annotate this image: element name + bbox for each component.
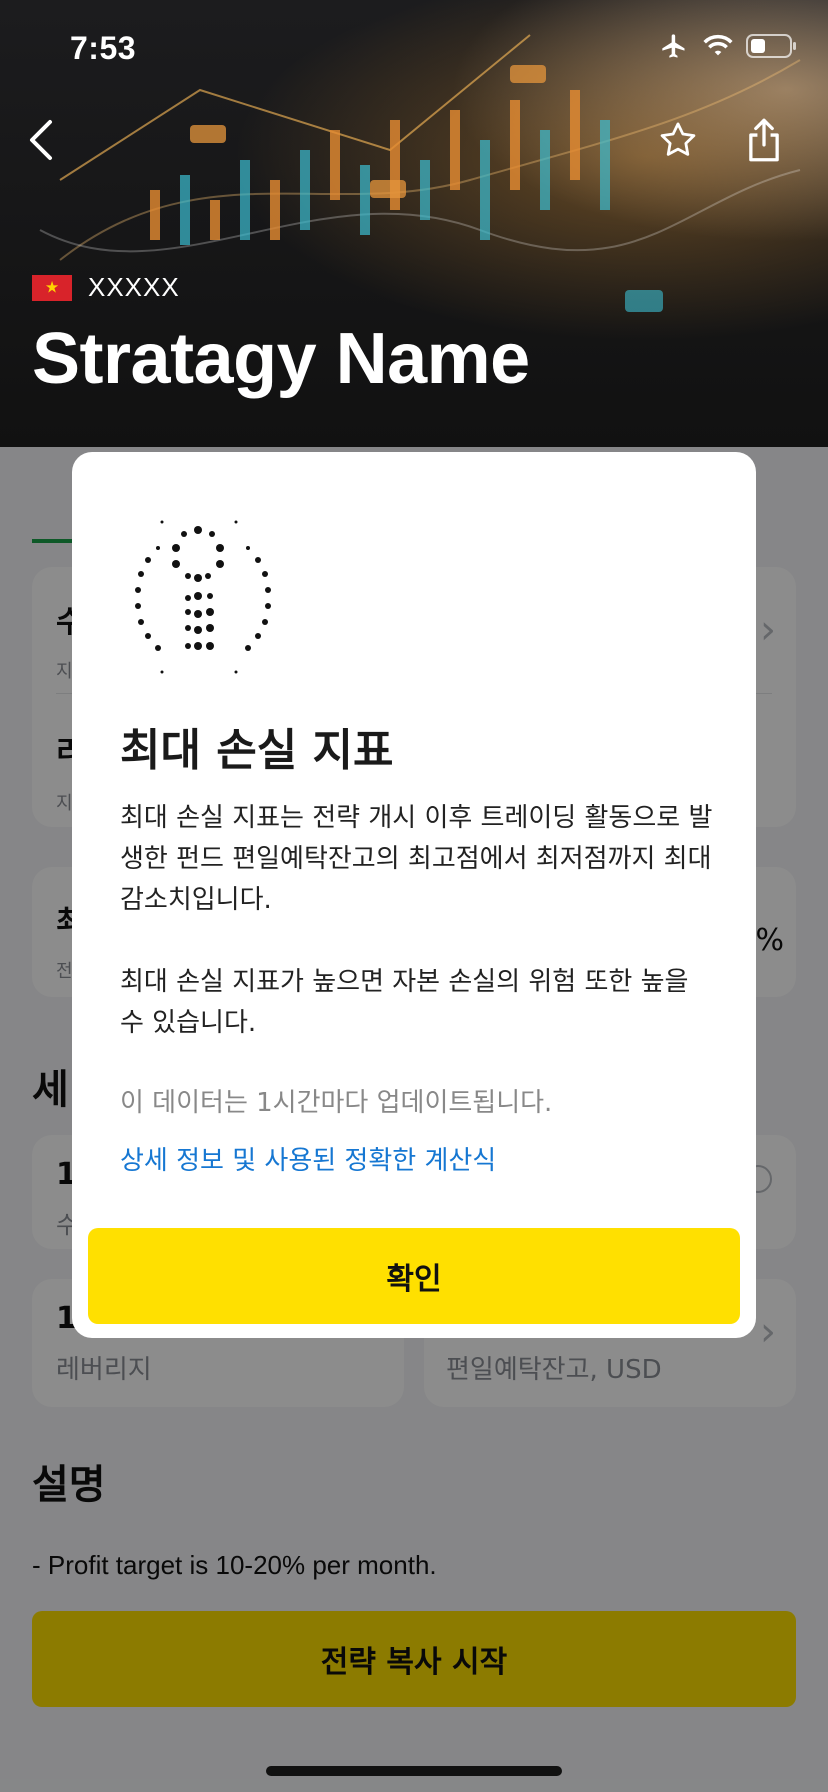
dialog-body-paragraph: 최대 손실 지표가 높으면 자본 손실의 위험 또한 높을 수 있습니다. <box>120 967 689 1038</box>
strategy-title: Stratagy Name <box>32 319 530 399</box>
battery-icon <box>746 34 796 58</box>
share-icon <box>749 118 779 162</box>
star-icon <box>660 122 696 156</box>
airplane-icon <box>662 34 685 58</box>
confirm-button[interactable]: 확인 <box>88 1228 740 1324</box>
drawdown-dotted-icon <box>135 520 271 674</box>
vietnam-flag-icon: ★ <box>32 274 72 301</box>
dialog-body-paragraph: 최대 손실 지표는 전략 개시 이후 트레이딩 활동으로 발생한 펀드 편일예탁… <box>120 803 713 915</box>
status-icons <box>658 32 798 60</box>
status-bar: 7:53 <box>0 0 828 100</box>
strategy-hero: 7:53 ★ XXXXX Stratagy Name <box>0 0 828 447</box>
dialog-body: 최대 손실 지표는 전략 개시 이후 트레이딩 활동으로 발생한 펀드 편일예탁… <box>120 798 720 1044</box>
chevron-left-icon <box>30 120 52 160</box>
country-name: XXXXX <box>88 272 180 302</box>
dialog-details-link[interactable]: 상세 정보 및 사용된 정확한 계산식 <box>120 1140 496 1177</box>
share-button[interactable] <box>734 110 794 170</box>
status-time: 7:53 <box>70 30 137 66</box>
back-button[interactable] <box>10 110 70 170</box>
dialog-update-note: 이 데이터는 1시간마다 업데이트됩니다. <box>120 1088 553 1118</box>
country-label: ★ XXXXX <box>32 272 180 303</box>
max-drawdown-dialog: 최대 손실 지표 최대 손실 지표는 전략 개시 이후 트레이딩 활동으로 발생… <box>72 452 756 1338</box>
dialog-title: 최대 손실 지표 <box>120 725 394 776</box>
favorite-button[interactable] <box>648 110 708 170</box>
candles <box>150 90 610 245</box>
wifi-icon <box>703 35 733 56</box>
home-indicator <box>266 1766 562 1776</box>
